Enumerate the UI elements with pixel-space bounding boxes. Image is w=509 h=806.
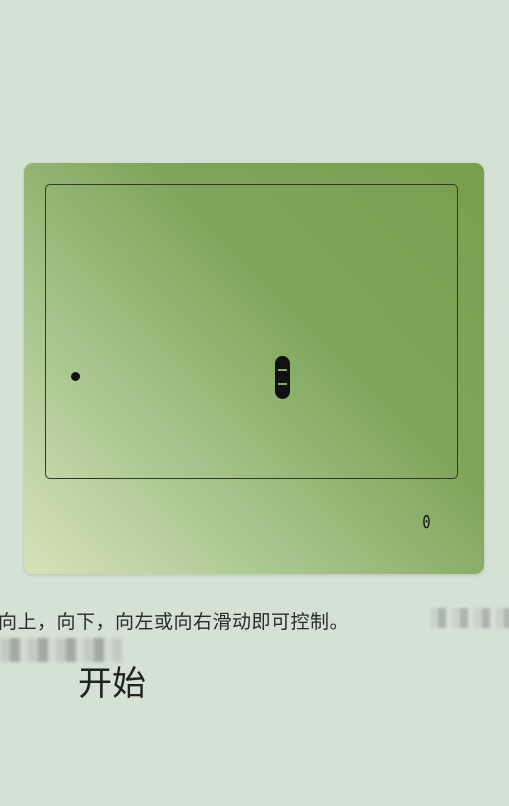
food-pellet: [71, 372, 80, 381]
play-field[interactable]: [45, 184, 458, 479]
snake-body: [275, 356, 290, 399]
instructions-text: 向上，向下，向左或向右滑动即可控制。: [0, 611, 350, 633]
snake-game-page: 0 向上，向下，向左或向右滑动即可控制。 开始: [0, 0, 509, 806]
game-screen[interactable]: 0: [24, 163, 484, 574]
snake-segment-divider: [278, 369, 287, 371]
score-display: 0: [422, 512, 431, 533]
blurred-text-fragment: [430, 608, 509, 628]
snake-segment-divider: [278, 383, 287, 385]
start-button[interactable]: 开始: [78, 656, 146, 705]
